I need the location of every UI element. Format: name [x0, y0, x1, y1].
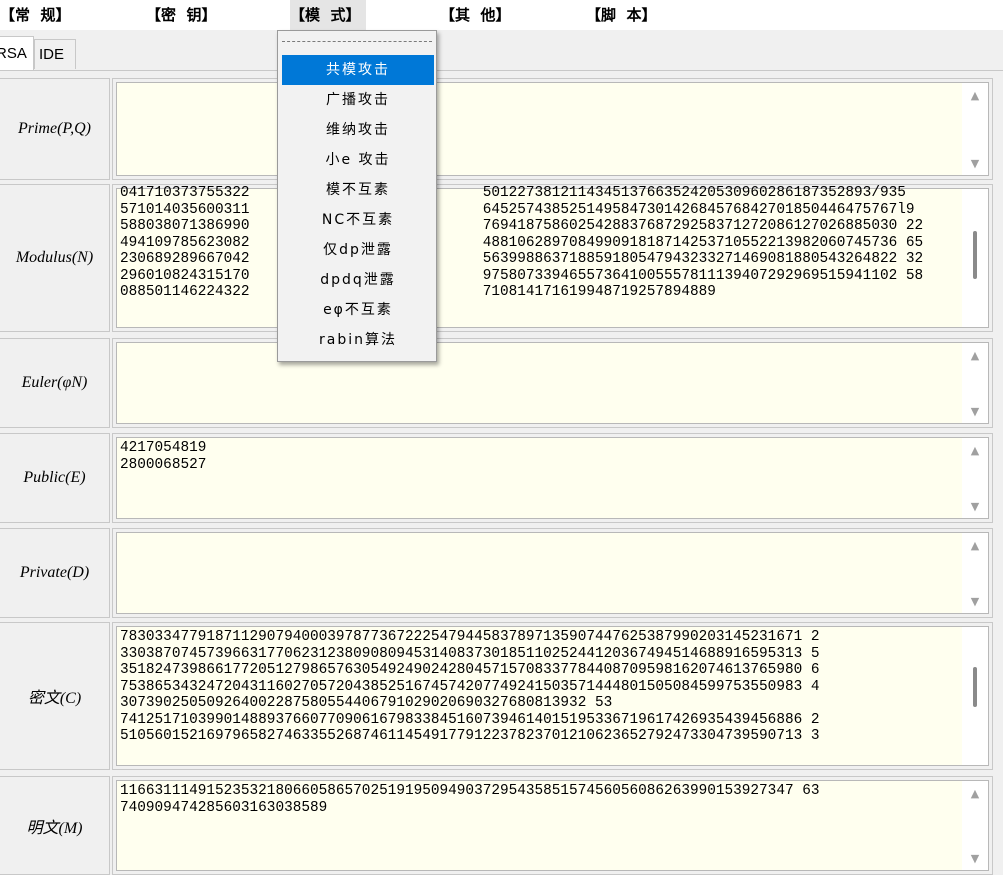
euler-scrollbar[interactable]: ▲ ▼ — [962, 343, 988, 423]
menu-general[interactable]: 【常 规】 — [0, 0, 76, 30]
scroll-up-icon[interactable]: ▲ — [962, 345, 988, 365]
mode-dropdown: 共模攻击 广播攻击 维纳攻击 小e 攻击 模不互素 NC不互素 仅dp泄露 dp… — [277, 30, 437, 362]
scroll-up-icon[interactable]: ▲ — [962, 783, 988, 803]
scroll-down-icon[interactable]: ▼ — [962, 848, 988, 868]
euler-field[interactable]: ▲ ▼ — [116, 342, 989, 424]
modulus-text[interactable]: 041710373755322 501227381211434513766352… — [120, 185, 960, 325]
mode-e-phi-not-coprime[interactable]: eφ不互素 — [282, 295, 434, 325]
prime-text[interactable] — [120, 85, 960, 173]
mode-dp-leak[interactable]: 仅dp泄露 — [282, 235, 434, 265]
mode-broadcast[interactable]: 广播攻击 — [282, 85, 434, 115]
menu-other[interactable]: 【其 他】 — [440, 0, 516, 30]
menu-keys[interactable]: 【密 钥】 — [146, 0, 222, 30]
modulus-scrollbar[interactable] — [962, 189, 988, 327]
plain-scrollbar[interactable]: ▲ ▼ — [962, 781, 988, 870]
modulus-field[interactable]: 041710373755322 501227381211434513766352… — [116, 185, 989, 328]
menubar: 【常 规】 【密 钥】 【模 式】 【其 他】 【脚 本】 — [0, 0, 1003, 30]
scroll-down-icon[interactable]: ▼ — [962, 401, 988, 421]
cipher-scroll-thumb[interactable] — [973, 667, 977, 707]
mode-common-modulus[interactable]: 共模攻击 — [282, 55, 434, 85]
prime-field[interactable]: ▲ ▼ — [116, 82, 989, 176]
modulus-scroll-thumb[interactable] — [973, 231, 977, 279]
scroll-down-icon[interactable]: ▼ — [962, 496, 988, 516]
tab-bar — [0, 30, 1003, 70]
plain-label: 明文(M) — [0, 776, 110, 875]
scroll-down-icon[interactable]: ▼ — [962, 153, 988, 173]
private-label: Private(D) — [0, 528, 110, 618]
scroll-up-icon[interactable]: ▲ — [962, 85, 988, 105]
private-row: Private(D) ▲ ▼ — [0, 528, 1003, 618]
mode-wiener[interactable]: 维纳攻击 — [282, 115, 434, 145]
modulus-row: Modulus(N) 041710373755322 5012273812114… — [0, 184, 1003, 332]
scroll-up-icon[interactable]: ▲ — [962, 440, 988, 460]
scroll-down-icon[interactable]: ▼ — [962, 591, 988, 611]
private-field[interactable]: ▲ ▼ — [116, 532, 989, 614]
menu-script[interactable]: 【脚 本】 — [586, 0, 662, 30]
cipher-row: 密文(C) 7830334779187112907940003978773672… — [0, 622, 1003, 770]
cipher-label: 密文(C) — [0, 622, 110, 770]
tab-rsa[interactable]: RSA — [0, 36, 34, 70]
mode-rabin[interactable]: rabin算法 — [282, 325, 434, 355]
plain-row: 明文(M) 1166311149152353218066058657025191… — [0, 776, 1003, 875]
euler-text[interactable] — [120, 345, 960, 421]
mode-small-e[interactable]: 小e 攻击 — [282, 145, 434, 175]
tear-off-line[interactable] — [282, 41, 432, 42]
cipher-scrollbar[interactable] — [962, 627, 988, 765]
menu-mode[interactable]: 【模 式】 — [290, 0, 367, 30]
private-text[interactable] — [120, 535, 960, 611]
mode-dpdq-leak[interactable]: dpdq泄露 — [282, 265, 434, 295]
tab-divider — [0, 70, 1003, 71]
mode-modulus-not-coprime[interactable]: 模不互素 — [282, 175, 434, 205]
cipher-field[interactable]: 7830334779187112907940003978773672225479… — [116, 626, 989, 766]
private-scrollbar[interactable]: ▲ ▼ — [962, 533, 988, 613]
plain-text[interactable]: 1166311149152353218066058657025191950949… — [120, 783, 960, 868]
public-text[interactable]: 4217054819 2800068527 — [120, 440, 960, 516]
euler-label: Euler(φN) — [0, 338, 110, 428]
public-label: Public(E) — [0, 433, 110, 523]
public-field[interactable]: 4217054819 2800068527 ▲ ▼ — [116, 437, 989, 519]
scroll-up-icon[interactable]: ▲ — [962, 535, 988, 555]
prime-label: Prime(P,Q) — [0, 78, 110, 180]
modulus-label: Modulus(N) — [0, 184, 110, 332]
cipher-text[interactable]: 7830334779187112907940003978773672225479… — [120, 629, 960, 763]
mode-nc-not-coprime[interactable]: NC不互素 — [282, 205, 434, 235]
tab-ide[interactable]: IDE — [34, 39, 76, 69]
euler-row: Euler(φN) ▲ ▼ — [0, 338, 1003, 428]
public-row: Public(E) 4217054819 2800068527 ▲ ▼ — [0, 433, 1003, 523]
plain-field[interactable]: 1166311149152353218066058657025191950949… — [116, 780, 989, 871]
prime-row: Prime(P,Q) ▲ ▼ — [0, 78, 1003, 180]
public-scrollbar[interactable]: ▲ ▼ — [962, 438, 988, 518]
prime-scrollbar[interactable]: ▲ ▼ — [962, 83, 988, 175]
